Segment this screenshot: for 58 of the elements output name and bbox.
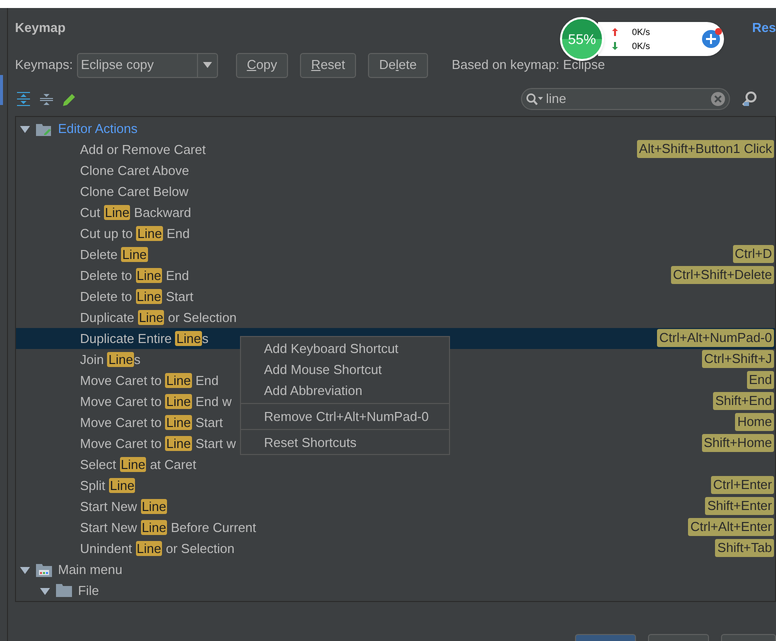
action-label: Add or Remove Caret bbox=[80, 140, 206, 159]
shortcut-badge: Shift+Home bbox=[702, 434, 774, 452]
match-highlight: Line bbox=[165, 372, 192, 388]
match-highlight: Line bbox=[165, 436, 192, 451]
action-label: Delete to Line Start bbox=[80, 288, 194, 306]
action-label: File bbox=[78, 582, 99, 600]
action-label: Clone Caret Below bbox=[80, 182, 188, 201]
shortcut-badge: Shift+Tab bbox=[715, 539, 774, 557]
action-label: Start New Line bbox=[80, 498, 168, 516]
action-label: Move Caret to Line End bbox=[80, 372, 219, 390]
action-label: Split Line bbox=[80, 476, 136, 495]
match-highlight: Line bbox=[136, 226, 163, 241]
match-highlight: Line bbox=[136, 540, 162, 556]
shortcut-badge: Ctrl+Enter bbox=[711, 476, 774, 494]
action-label: Duplicate Line or Selection bbox=[80, 308, 237, 327]
action-label: Move Caret to Line Start bbox=[80, 414, 223, 432]
action-label: Editor Actions bbox=[58, 120, 138, 138]
shortcut-badge: Ctrl+Shift+J bbox=[702, 350, 774, 368]
match-highlight: Line bbox=[108, 478, 136, 493]
action-label: Delete Line bbox=[80, 246, 148, 264]
action-label: Clone Caret Above bbox=[80, 162, 190, 180]
action-label: Main menu bbox=[58, 560, 122, 579]
match-highlight: Line bbox=[121, 246, 148, 262]
shortcut-badge: Ctrl+Shift+Delete bbox=[671, 266, 774, 284]
match-highlight: Line bbox=[175, 330, 202, 346]
action-label: Move Caret to Line Start w bbox=[80, 434, 236, 453]
action-label: Duplicate Entire Lines bbox=[80, 330, 208, 348]
action-label: Cut up to Line End bbox=[80, 224, 190, 243]
action-label: Delete to Line End bbox=[80, 266, 189, 285]
shortcut-badge: Shift+Enter bbox=[705, 497, 774, 515]
action-label: Start New Line Before Current bbox=[80, 518, 256, 537]
match-highlight: Line bbox=[165, 394, 192, 409]
match-highlight: Line bbox=[138, 310, 164, 325]
shortcut-badge: Ctrl+Alt+NumPad-0 bbox=[657, 329, 774, 347]
match-highlight: Line bbox=[120, 456, 146, 472]
upload-speed: 0K/s bbox=[632, 26, 650, 39]
action-label: Unindent Line or Selection bbox=[80, 540, 234, 558]
shortcut-badge: Alt+Shift+Button1 Click bbox=[637, 140, 774, 158]
match-highlight: Line bbox=[136, 268, 162, 283]
shortcut-badge: Home bbox=[735, 413, 774, 431]
match-highlight: Line bbox=[104, 204, 130, 220]
shortcut-badge: Ctrl+D bbox=[732, 245, 774, 263]
keymaps-label: Keymaps: bbox=[15, 56, 73, 74]
action-label: Join Lines bbox=[80, 350, 141, 369]
match-highlight: Line bbox=[107, 352, 134, 367]
match-highlight: Line bbox=[140, 498, 168, 514]
action-label: Move Caret to Line End w bbox=[80, 392, 232, 411]
shortcut-badge: Ctrl+Alt+Enter bbox=[688, 518, 774, 536]
action-label: Cut Line Backward bbox=[80, 204, 192, 222]
match-highlight: Line bbox=[165, 414, 192, 430]
shortcut-badge: End bbox=[746, 371, 774, 389]
match-highlight: Line bbox=[136, 288, 162, 304]
shortcut-badge: Shift+End bbox=[713, 392, 774, 410]
action-label: Select Line at Caret bbox=[80, 456, 196, 474]
page-title: Keymap bbox=[15, 19, 66, 38]
download-speed: 0K/s bbox=[632, 40, 650, 53]
usage-gauge: 55% bbox=[560, 17, 604, 61]
match-highlight: Line bbox=[140, 520, 168, 535]
